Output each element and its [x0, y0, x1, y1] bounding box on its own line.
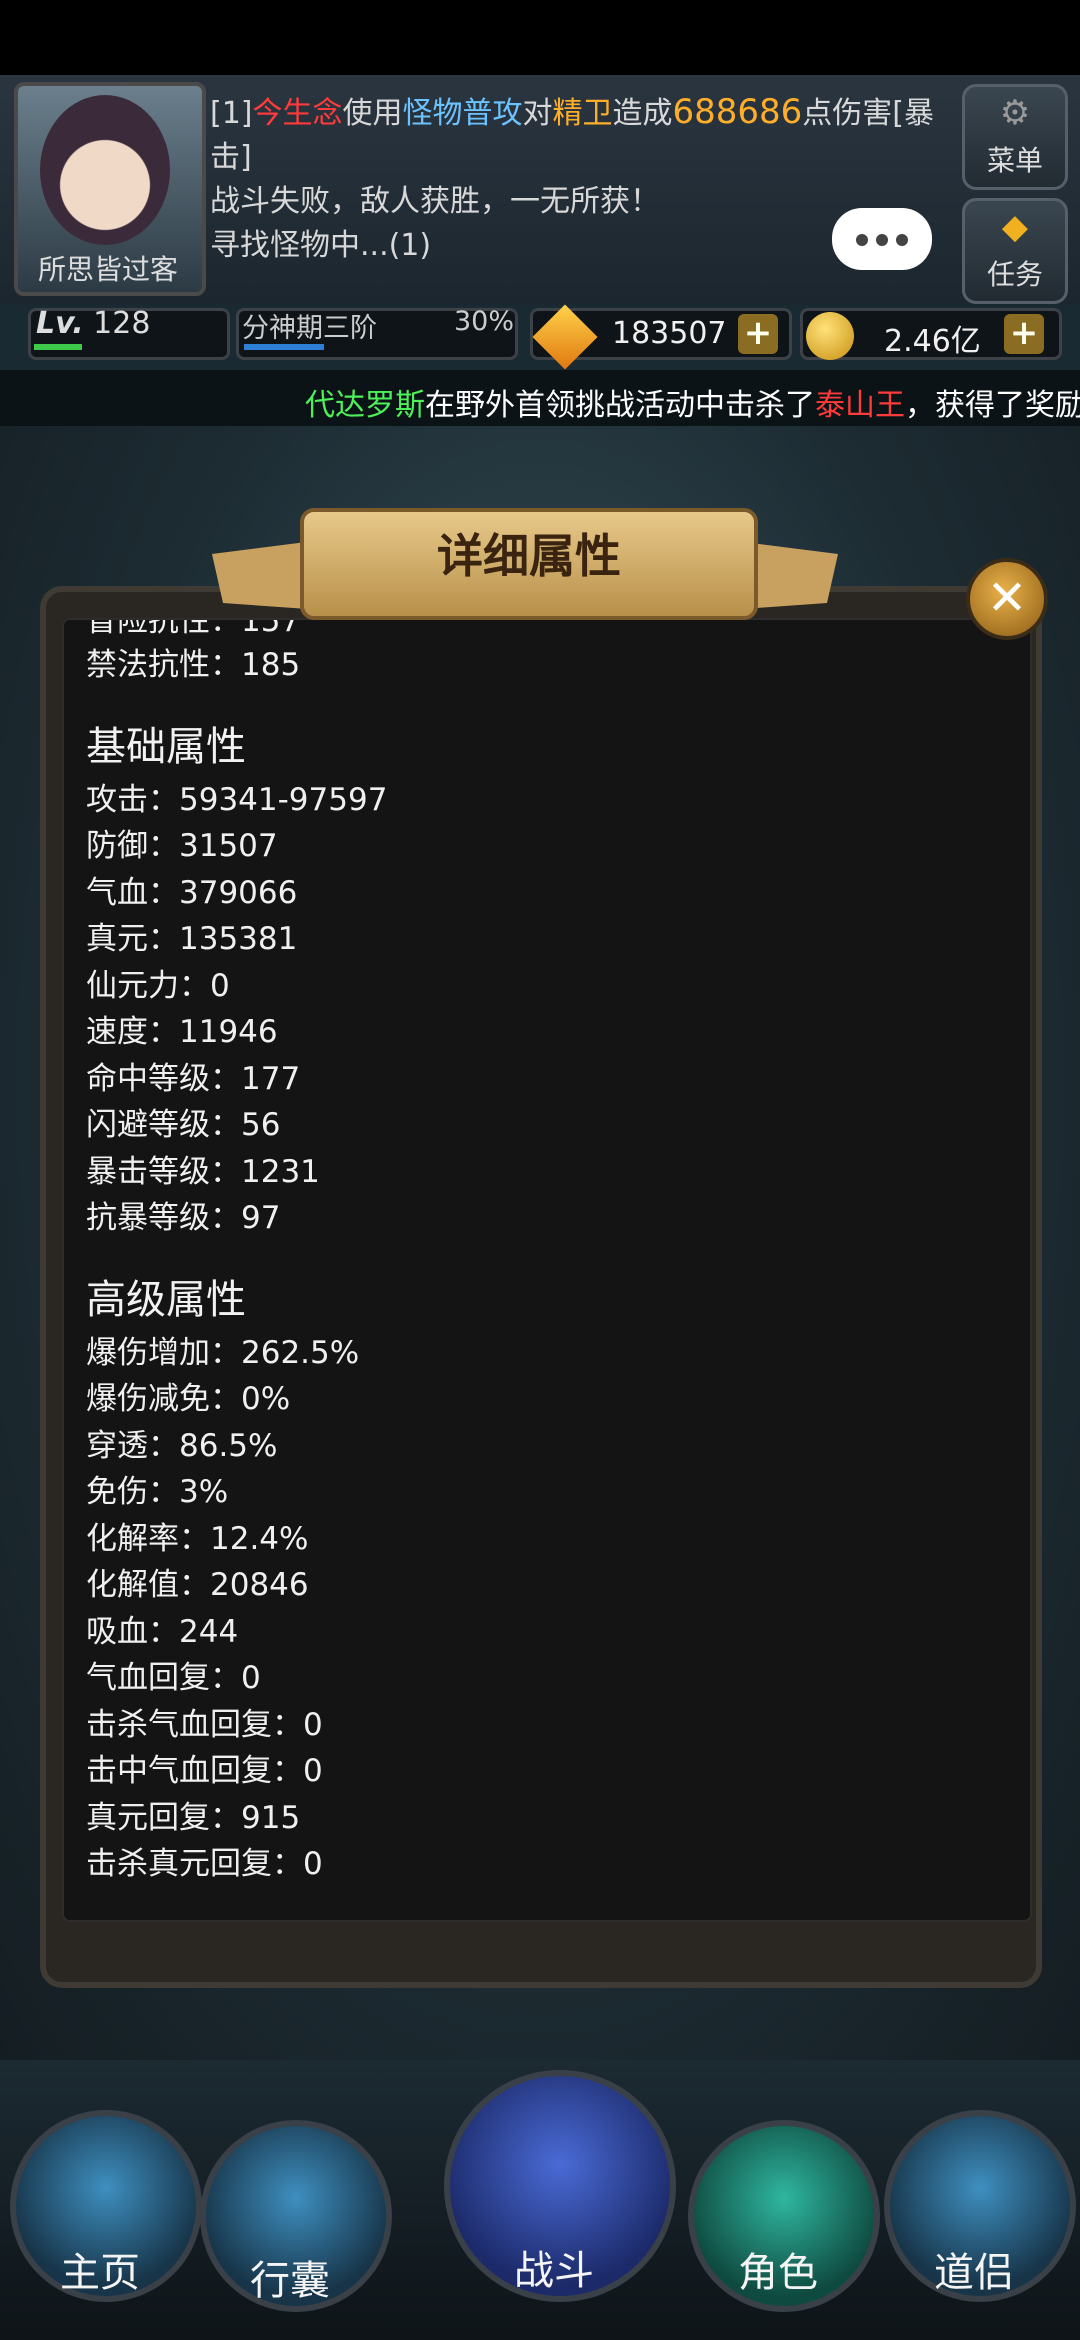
attr-line: 吸血：244 — [86, 1613, 239, 1650]
gold-count: 2.46亿 — [884, 324, 981, 359]
gold-coin-icon — [806, 312, 854, 360]
attr-line: 化解值：20846 — [86, 1567, 309, 1603]
attr-line: 击杀气血回复：0 — [86, 1706, 323, 1743]
attr-line: 闪避等级：56 — [86, 1107, 281, 1143]
task-button[interactable]: ◆ 任务 — [962, 198, 1068, 304]
log-prefix: [1] — [210, 96, 253, 131]
realm-label: 分神期三阶 — [242, 313, 377, 344]
status-bar — [0, 0, 1080, 75]
level-value: 128 — [93, 306, 151, 341]
attr-line: 气血回复：0 — [86, 1660, 261, 1696]
gem-count: 183507 — [612, 316, 727, 351]
add-gems-button[interactable]: + — [738, 314, 778, 354]
ticker-tail: ，获得了奖励 — [905, 388, 1080, 423]
log-text: 点伤害[暴 — [802, 96, 935, 131]
attr-line: 爆伤减免：0% — [86, 1381, 291, 1417]
attr-line-partial: 击杀真元回复：0 — [86, 1846, 323, 1882]
log-target: 精卫 — [552, 96, 613, 131]
attribute-list: 冒险抗性：157 禁法抗性：185 基础属性 攻击：59341-97597 防御… — [86, 620, 986, 1888]
attr-line: 命中等级：177 — [86, 1060, 301, 1097]
nav-bag-label: 行囊 — [250, 2258, 330, 2304]
basic-attributes: 攻击：59341-97597 防御：31507 气血：379066 真元：135… — [86, 777, 986, 1242]
chat-bubble-icon[interactable] — [832, 208, 932, 270]
section-header-basic: 基础属性 — [86, 723, 246, 770]
nav-home-label: 主页 — [60, 2250, 140, 2296]
level-label: Lv. 128 — [36, 306, 151, 341]
attr-line: 气血：379066 — [86, 874, 298, 911]
attr-line: 真元：135381 — [86, 921, 298, 957]
menu-button[interactable]: ⚙ 菜单 — [962, 84, 1068, 190]
realm-progress-text: 30% — [454, 306, 515, 337]
ticker-middle: 在野外首领挑战活动中击杀了 — [425, 388, 815, 423]
log-skill: 怪物普攻 — [402, 96, 523, 131]
attr-line: 击中气血回复：0 — [86, 1753, 323, 1789]
player-name: 所思皆过客 — [37, 253, 178, 286]
avatar-portrait — [40, 95, 170, 245]
attr-line: 免伤：3% — [86, 1474, 229, 1510]
close-icon: ✕ — [986, 570, 1028, 626]
attr-line: 暴击等级：1231 — [86, 1153, 320, 1190]
add-gold-button[interactable]: + — [1004, 314, 1044, 354]
realm-progress — [244, 344, 324, 350]
menu-button-label: 菜单 — [986, 144, 1043, 177]
log-text: 造成 — [612, 96, 673, 131]
task-button-label: 任务 — [986, 258, 1043, 291]
attributes-scroll-area[interactable]: 冒险抗性：157 禁法抗性：185 基础属性 攻击：59341-97597 防御… — [62, 618, 1032, 1922]
log-actor: 今生念 — [252, 96, 343, 131]
attr-line: 速度：11946 — [86, 1014, 278, 1050]
ticker-player: 代达罗斯 — [305, 388, 425, 423]
close-button[interactable]: ✕ — [966, 558, 1048, 640]
attr-line: 抗暴等级：97 — [86, 1200, 281, 1236]
attr-line: 禁法抗性：185 — [86, 647, 301, 683]
announcement-text: 代达罗斯在野外首领挑战活动中击杀了泰山王，获得了奖励 — [305, 380, 1080, 424]
ticker-boss: 泰山王 — [815, 388, 905, 423]
attr-line: 防御：31507 — [86, 828, 278, 864]
dot — [856, 234, 868, 246]
battle-log-line: 击] — [210, 140, 252, 175]
attr-line: 化解率：12.4% — [86, 1520, 309, 1557]
level-progress — [34, 344, 82, 350]
gear-icon: ⚙ — [999, 93, 1031, 133]
nav-companion-label: 道侣 — [934, 2250, 1014, 2296]
nav-battle-label: 战斗 — [514, 2248, 594, 2294]
attr-line: 攻击：59341-97597 — [86, 781, 388, 818]
dialog-title: 详细属性 — [437, 529, 621, 583]
dot — [876, 234, 888, 246]
attr-line: 仙元力：0 — [86, 967, 230, 1004]
nav-character-label: 角色 — [738, 2250, 818, 2296]
advanced-attributes: 爆伤增加：262.5% 爆伤减免：0% 穿透：86.5% 免伤：3% 化解率：1… — [86, 1330, 986, 1888]
log-text: 对 — [522, 96, 553, 131]
attr-line: 真元回复：915 — [86, 1799, 301, 1836]
dot — [896, 234, 908, 246]
log-text: 使用 — [342, 96, 403, 131]
battle-log-line: [1]今生念使用怪物普攻对精卫造成688686点伤害[暴 — [210, 90, 950, 136]
attr-line-partial: 冒险抗性：157 — [86, 620, 301, 639]
section-header-advanced: 高级属性 — [86, 1276, 246, 1323]
attr-line: 穿透：86.5% — [86, 1427, 278, 1464]
attr-line: 爆伤增加：262.5% — [86, 1334, 360, 1371]
diamond-icon: ◆ — [1001, 207, 1029, 247]
log-damage: 688686 — [672, 92, 803, 132]
